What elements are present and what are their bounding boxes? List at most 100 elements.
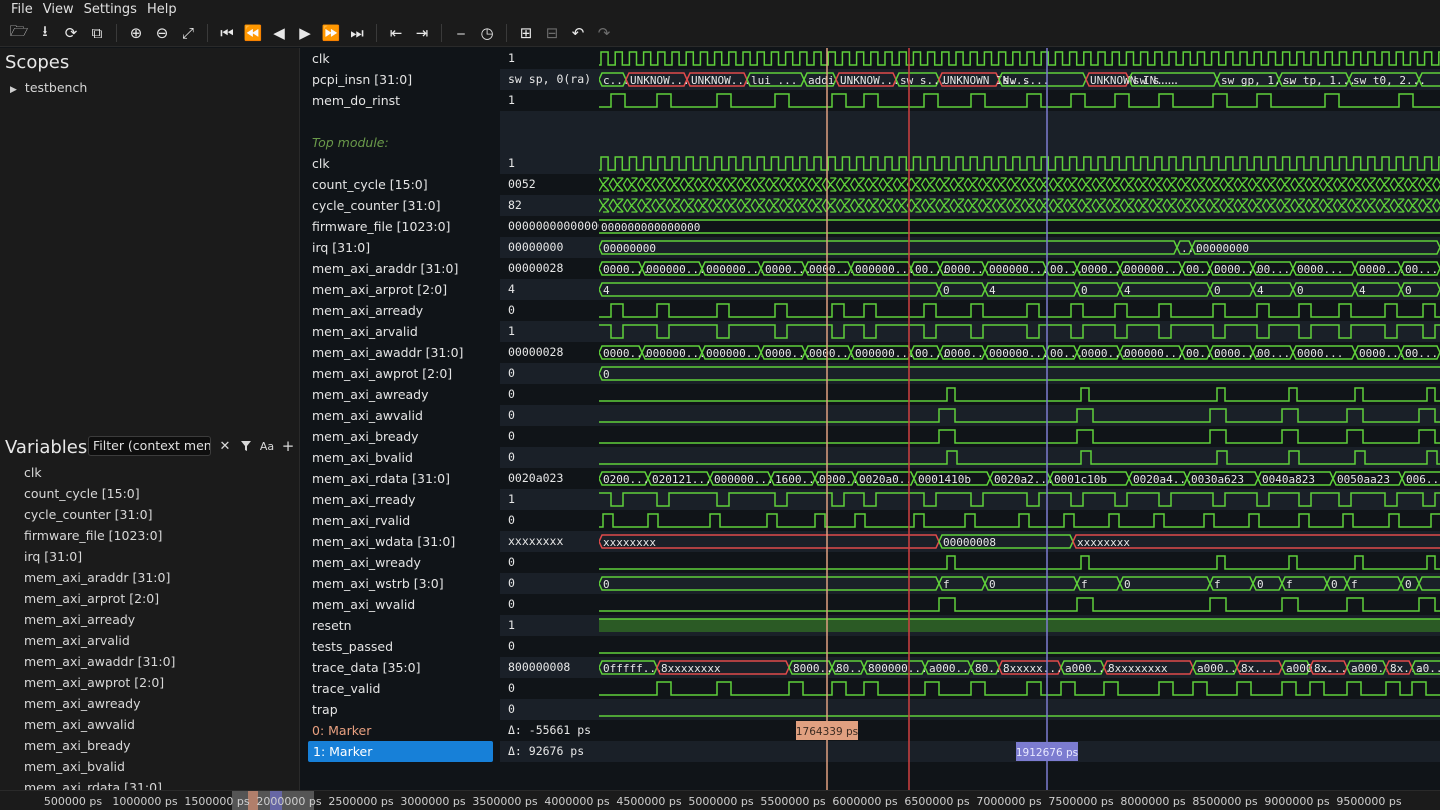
undo-icon[interactable]: ↶ <box>565 21 591 45</box>
variable-item[interactable]: mem_axi_arready <box>24 609 175 630</box>
page-forward-icon[interactable]: ⏩ <box>318 21 344 45</box>
clock-icon[interactable]: ◷ <box>474 21 500 45</box>
signal-name[interactable]: mem_axi_bvalid <box>301 447 500 468</box>
signal-name[interactable]: mem_axi_rready <box>301 489 500 510</box>
signal-name[interactable]: pcpi_insn [31:0] <box>301 69 500 90</box>
copy-icon[interactable]: ⧉ <box>84 21 110 45</box>
timeline[interactable]: 500000 ps 1000000 ps 1500000 ps 2000000 ps 2… <box>0 790 1440 810</box>
variable-item[interactable]: mem_axi_awaddr [31:0] <box>24 651 175 672</box>
add-variable-icon[interactable]: + <box>278 436 298 456</box>
scope-item-testbench[interactable]: testbench <box>25 80 87 95</box>
signal-value: 1 <box>500 321 599 342</box>
add-icon[interactable]: ⊞ <box>513 21 539 45</box>
waveform-area[interactable]: c... UNKNOW... UNKNOW... lui ... addi... UNKN… <box>599 48 1440 790</box>
signal-name[interactable]: resetn <box>301 615 500 636</box>
group-label[interactable]: Top module: <box>301 132 500 153</box>
signal-value: sw sp, 0(ra) <box>500 69 599 90</box>
signal-name[interactable]: mem_axi_rvalid <box>301 510 500 531</box>
signal-name[interactable]: tests_passed <box>301 636 500 657</box>
variable-item[interactable]: count_cycle [15:0] <box>24 483 175 504</box>
menu-settings[interactable]: Settings <box>79 0 142 20</box>
menu-file[interactable]: File <box>6 0 38 20</box>
marker-row[interactable]: 0: Marker <box>301 720 500 741</box>
bus-label: 0000... <box>765 347 811 360</box>
filter-icon[interactable] <box>236 436 256 456</box>
signal-value: 0 <box>500 405 599 426</box>
signal-name[interactable]: mem_axi_awprot [2:0] <box>301 363 500 384</box>
signal-name[interactable]: irq [31:0] <box>301 237 500 258</box>
signal-name[interactable]: mem_axi_wstrb [3:0] <box>301 573 500 594</box>
signal-name[interactable]: mem_axi_arprot [2:0] <box>301 279 500 300</box>
bus-label: 0 <box>1405 578 1412 591</box>
signal-name[interactable]: mem_axi_wvalid <box>301 594 500 615</box>
step-back-icon[interactable]: ◀ <box>266 21 292 45</box>
signal-name[interactable]: clk <box>301 48 500 69</box>
goto-start-icon[interactable]: ⏮ <box>214 21 240 45</box>
signal-name[interactable]: mem_axi_arready <box>301 300 500 321</box>
signal-name[interactable] <box>301 111 500 132</box>
marker-row[interactable]: 1: Marker <box>308 741 493 762</box>
bus-label: sw s... <box>1133 74 1179 87</box>
variable-item[interactable]: mem_axi_awready <box>24 693 175 714</box>
bus-label: 000000... <box>855 263 915 276</box>
signal-name[interactable]: cycle_counter [31:0] <box>301 195 500 216</box>
remove-icon[interactable]: ⊟ <box>539 21 565 45</box>
signal-name[interactable]: trace_valid <box>301 678 500 699</box>
signal-name[interactable]: count_cycle [15:0] <box>301 174 500 195</box>
variable-item[interactable]: cycle_counter [31:0] <box>24 504 175 525</box>
variable-item[interactable]: firmware_file [1023:0] <box>24 525 175 546</box>
signal-name[interactable]: mem_axi_awvalid <box>301 405 500 426</box>
variable-item[interactable]: mem_axi_arprot [2:0] <box>24 588 175 609</box>
open-folder-icon[interactable]: 🗁 <box>6 21 32 45</box>
signal-value: 1 <box>500 615 599 636</box>
row-stripe <box>599 111 1440 132</box>
case-sensitive-icon[interactable]: Aa <box>257 436 277 456</box>
goto-end-icon[interactable]: ⏭ <box>344 21 370 45</box>
redo-icon[interactable]: ↷ <box>591 21 617 45</box>
filter-input[interactable]: Filter (context menu <box>88 436 211 456</box>
next-transition-icon[interactable]: ⇥ <box>409 21 435 45</box>
toolbar-separator <box>116 24 117 42</box>
variable-item[interactable]: mem_axi_awprot [2:0] <box>24 672 175 693</box>
clear-filter-icon[interactable]: ✕ <box>215 436 235 456</box>
variable-item[interactable]: irq [31:0] <box>24 546 175 567</box>
bus-label: 4 <box>1359 284 1366 297</box>
prev-transition-icon[interactable]: ⇤ <box>383 21 409 45</box>
signal-name[interactable]: mem_axi_awaddr [31:0] <box>301 342 500 363</box>
reload-icon[interactable]: ⟳ <box>58 21 84 45</box>
signal-value: Δ: -55661 ps <box>508 723 592 737</box>
variable-item[interactable]: mem_axi_bready <box>24 735 175 756</box>
signal-name[interactable]: mem_axi_wready <box>301 552 500 573</box>
line-icon[interactable]: ⎯ <box>448 21 474 45</box>
menu-help[interactable]: Help <box>142 0 182 20</box>
zoom-in-icon[interactable]: ⊕ <box>123 21 149 45</box>
signal-name[interactable]: mem_axi_arvalid <box>301 321 500 342</box>
signal-name[interactable]: mem_do_rinst <box>301 90 500 111</box>
zoom-out-icon[interactable]: ⊖ <box>149 21 175 45</box>
signal-name[interactable]: clk <box>301 153 500 174</box>
bus-label: 0000... <box>1297 347 1343 360</box>
page-back-icon[interactable]: ⏪ <box>240 21 266 45</box>
menu-view[interactable]: View <box>38 0 79 20</box>
signal-value: 0052 <box>508 177 536 191</box>
variable-item[interactable]: mem_axi_awvalid <box>24 714 175 735</box>
signal-name[interactable]: mem_axi_rdata [31:0] <box>301 468 500 489</box>
digital-wave <box>599 429 1440 444</box>
expand-arrow-icon[interactable]: ▶ <box>10 85 17 95</box>
bus-label: 000000... <box>714 473 774 486</box>
signal-name[interactable]: mem_axi_awready <box>301 384 500 405</box>
signal-name[interactable]: mem_axi_araddr [31:0] <box>301 258 500 279</box>
signal-name[interactable]: firmware_file [1023:0] <box>301 216 500 237</box>
variable-item[interactable]: mem_axi_araddr [31:0] <box>24 567 175 588</box>
zoom-fit-icon[interactable]: ⤢ <box>175 21 201 45</box>
signal-value: 0 <box>508 597 515 611</box>
download-icon[interactable]: ⭳ <box>32 21 58 45</box>
step-forward-icon[interactable]: ▶ <box>292 21 318 45</box>
signal-name[interactable]: mem_axi_bready <box>301 426 500 447</box>
signal-name[interactable]: mem_axi_wdata [31:0] <box>301 531 500 552</box>
variable-item[interactable]: clk <box>24 462 175 483</box>
signal-name[interactable]: trace_data [35:0] <box>301 657 500 678</box>
variable-item[interactable]: mem_axi_arvalid <box>24 630 175 651</box>
signal-name[interactable]: trap <box>301 699 500 720</box>
variable-item[interactable]: mem_axi_bvalid <box>24 756 175 777</box>
